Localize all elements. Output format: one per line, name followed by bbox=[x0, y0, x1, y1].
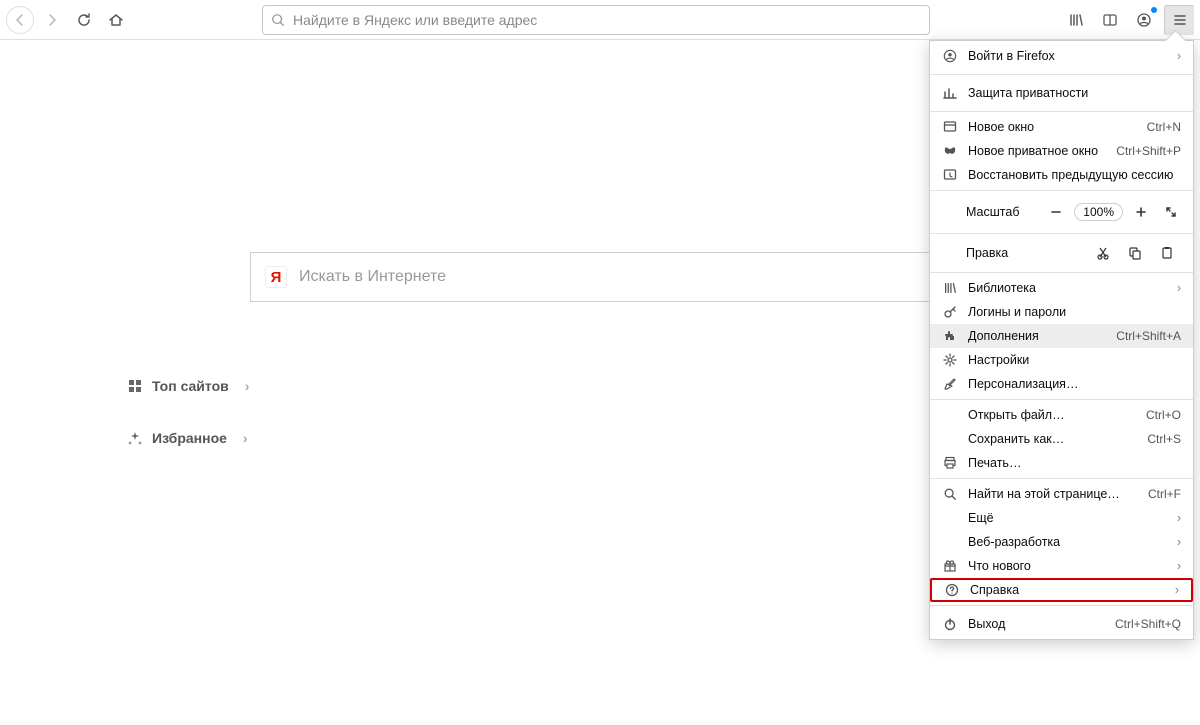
library-icon bbox=[942, 280, 958, 296]
menu-zoom-row: Масштаб 100% bbox=[930, 194, 1193, 230]
gift-icon bbox=[942, 558, 958, 574]
menu-more[interactable]: Ещё › bbox=[930, 506, 1193, 530]
paintbrush-icon bbox=[942, 376, 958, 392]
menu-sign-in[interactable]: Войти в Firefox › bbox=[930, 41, 1193, 71]
reload-button[interactable] bbox=[70, 6, 98, 34]
favorites-section[interactable]: Избранное › bbox=[128, 430, 248, 446]
chevron-right-icon: › bbox=[1177, 49, 1181, 63]
key-icon bbox=[942, 304, 958, 320]
separator bbox=[930, 190, 1193, 191]
separator bbox=[930, 74, 1193, 75]
zoom-value[interactable]: 100% bbox=[1074, 203, 1123, 221]
menu-restore-session[interactable]: Восстановить предыдущую сессию bbox=[930, 163, 1193, 187]
browser-toolbar bbox=[0, 0, 1200, 40]
separator bbox=[930, 605, 1193, 606]
account-button[interactable] bbox=[1130, 6, 1158, 34]
yandex-logo-icon: Я bbox=[265, 266, 287, 288]
library-button[interactable] bbox=[1062, 6, 1090, 34]
cut-button[interactable] bbox=[1087, 241, 1119, 265]
fullscreen-button[interactable] bbox=[1159, 200, 1183, 224]
menu-whats-new[interactable]: Что нового › bbox=[930, 554, 1193, 578]
chevron-right-icon: › bbox=[1177, 511, 1181, 525]
copy-button[interactable] bbox=[1119, 241, 1151, 265]
menu-save-as[interactable]: Сохранить как… Ctrl+S bbox=[930, 427, 1193, 451]
power-icon bbox=[942, 616, 958, 632]
chevron-right-icon: › bbox=[245, 378, 250, 394]
chevron-right-icon: › bbox=[1177, 281, 1181, 295]
app-menu-panel: Войти в Firefox › Защита приватности Нов… bbox=[929, 40, 1194, 640]
mask-icon bbox=[942, 143, 958, 159]
menu-new-window[interactable]: Новое окно Ctrl+N bbox=[930, 115, 1193, 139]
restore-icon bbox=[942, 167, 958, 183]
gear-icon bbox=[942, 352, 958, 368]
top-sites-section[interactable]: Топ сайтов › bbox=[128, 378, 249, 394]
puzzle-icon bbox=[942, 328, 958, 344]
menu-logins[interactable]: Логины и пароли bbox=[930, 300, 1193, 324]
top-sites-label: Топ сайтов bbox=[152, 378, 229, 394]
account-icon bbox=[942, 48, 958, 64]
back-button[interactable] bbox=[6, 6, 34, 34]
edit-label: Правка bbox=[940, 246, 1087, 260]
menu-new-private-window[interactable]: Новое приватное окно Ctrl+Shift+P bbox=[930, 139, 1193, 163]
favorites-label: Избранное bbox=[152, 430, 227, 446]
search-icon bbox=[942, 486, 958, 502]
separator bbox=[930, 399, 1193, 400]
menu-exit[interactable]: Выход Ctrl+Shift+Q bbox=[930, 609, 1193, 639]
app-menu-button[interactable] bbox=[1164, 5, 1194, 35]
search-icon bbox=[271, 13, 285, 27]
separator bbox=[930, 111, 1193, 112]
sidebar-button[interactable] bbox=[1096, 6, 1124, 34]
url-bar[interactable] bbox=[262, 5, 930, 35]
print-icon bbox=[942, 455, 958, 471]
menu-find[interactable]: Найти на этой странице… Ctrl+F bbox=[930, 482, 1193, 506]
window-icon bbox=[942, 119, 958, 135]
home-button[interactable] bbox=[102, 6, 130, 34]
chevron-right-icon: › bbox=[1177, 559, 1181, 573]
menu-library[interactable]: Библиотека › bbox=[930, 276, 1193, 300]
separator bbox=[930, 478, 1193, 479]
help-icon bbox=[944, 582, 960, 598]
menu-open-file[interactable]: Открыть файл… Ctrl+O bbox=[930, 403, 1193, 427]
grid-icon bbox=[128, 379, 142, 393]
search-placeholder: Искать в Интернете bbox=[299, 268, 446, 286]
menu-print[interactable]: Печать… bbox=[930, 451, 1193, 475]
forward-button[interactable] bbox=[38, 6, 66, 34]
separator bbox=[930, 233, 1193, 234]
menu-customize[interactable]: Персонализация… bbox=[930, 372, 1193, 396]
paste-button[interactable] bbox=[1151, 241, 1183, 265]
menu-settings[interactable]: Настройки bbox=[930, 348, 1193, 372]
zoom-out-button[interactable] bbox=[1044, 200, 1068, 224]
chevron-right-icon: › bbox=[1177, 535, 1181, 549]
chevron-right-icon: › bbox=[1175, 583, 1179, 597]
zoom-in-button[interactable] bbox=[1129, 200, 1153, 224]
menu-addons[interactable]: Дополнения Ctrl+Shift+A bbox=[930, 324, 1193, 348]
separator bbox=[930, 272, 1193, 273]
chevron-right-icon: › bbox=[243, 430, 248, 446]
url-input[interactable] bbox=[293, 12, 921, 28]
menu-web-developer[interactable]: Веб-разработка › bbox=[930, 530, 1193, 554]
menu-edit-row: Правка bbox=[930, 237, 1193, 269]
sparkle-icon bbox=[128, 431, 142, 445]
zoom-label: Масштаб bbox=[940, 205, 1038, 219]
menu-privacy[interactable]: Защита приватности bbox=[930, 78, 1193, 108]
menu-help[interactable]: Справка › bbox=[930, 578, 1193, 602]
shield-chart-icon bbox=[942, 85, 958, 101]
